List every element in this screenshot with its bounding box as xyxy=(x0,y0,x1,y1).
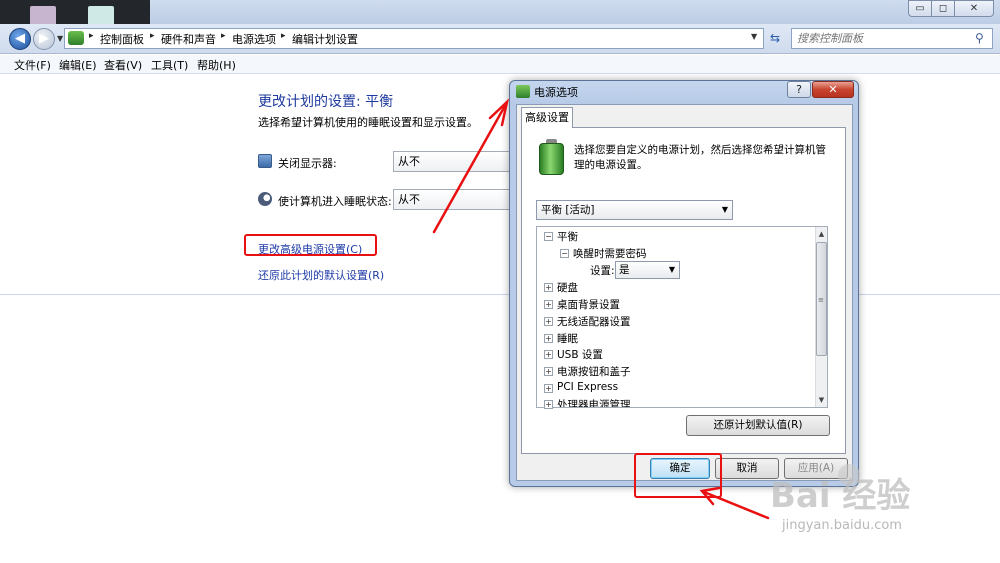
plan-select[interactable]: 平衡 [活动] ▼ xyxy=(536,200,733,220)
close-button[interactable]: ✕ xyxy=(954,0,994,17)
tree-item[interactable]: 硬盘 xyxy=(557,280,578,295)
power-options-icon xyxy=(516,85,530,98)
scroll-up-icon[interactable]: ▲ xyxy=(816,228,827,240)
breadcrumb-item[interactable]: 硬件和声音 xyxy=(161,31,216,47)
help-button[interactable]: ? xyxy=(787,81,811,98)
expand-icon[interactable]: + xyxy=(544,350,553,359)
breadcrumb-item[interactable]: 控制面板 xyxy=(100,31,144,47)
chevron-right-icon[interactable]: ▸ xyxy=(150,31,155,41)
arrow-right-icon: ▶ xyxy=(39,31,49,46)
chevron-right-icon[interactable]: ▸ xyxy=(221,31,226,41)
search-input[interactable] xyxy=(797,30,967,46)
menu-tools[interactable]: 工具(T) xyxy=(151,57,188,73)
setting-label: 设置: xyxy=(590,265,615,277)
chevron-down-icon: ▼ xyxy=(668,265,675,274)
dialog-title: 电源选项 xyxy=(534,86,578,99)
menu-bar xyxy=(0,55,1000,74)
tree-item-wake-password[interactable]: 唤醒时需要密码 xyxy=(573,246,647,261)
menu-help[interactable]: 帮助(H) xyxy=(197,57,236,73)
highlight-box xyxy=(634,453,722,498)
restore-plan-defaults-button[interactable]: 还原计划默认值(R) xyxy=(686,415,830,436)
dialog-intro-text: 选择您要自定义的电源计划，然后选择您希望计算机管理的电源设置。 xyxy=(574,144,826,171)
forward-button[interactable]: ▶ xyxy=(33,28,55,50)
desktop-icon[interactable] xyxy=(30,6,56,26)
back-button[interactable]: ◀ xyxy=(9,28,31,50)
menu-file[interactable]: 文件(F) xyxy=(14,57,51,73)
plan-select-value: 平衡 [活动] xyxy=(541,204,595,216)
highlight-box xyxy=(244,234,377,256)
expand-icon[interactable]: + xyxy=(544,367,553,376)
watermark-url: jingyan.baidu.com xyxy=(782,518,902,533)
chevron-down-icon[interactable]: ▼ xyxy=(751,32,757,41)
tree-item-plan[interactable]: 平衡 xyxy=(557,229,578,244)
chevron-down-icon: ▼ xyxy=(721,205,728,214)
expand-icon[interactable]: + xyxy=(544,384,553,393)
display-off-label: 关闭显示器: xyxy=(278,157,337,170)
wake-password-value: 是 xyxy=(619,264,630,276)
sleep-label: 使计算机进入睡眠状态: xyxy=(278,195,392,208)
recent-pages-dropdown[interactable]: ▼ xyxy=(57,34,63,43)
tree-item[interactable]: 睡眠 xyxy=(557,331,578,346)
tree-item[interactable]: 处理器电源管理 xyxy=(557,397,631,407)
expand-icon[interactable]: + xyxy=(544,317,553,326)
refresh-button[interactable]: ⇆ xyxy=(766,29,784,48)
sleep-moon-icon xyxy=(258,192,272,206)
breadcrumb-item[interactable]: 编辑计划设置 xyxy=(292,31,358,47)
expand-icon[interactable]: + xyxy=(544,283,553,292)
watermark-logo: Bai 经验 xyxy=(770,476,911,516)
scroll-down-icon[interactable]: ▼ xyxy=(816,394,827,406)
page-title: 更改计划的设置: 平衡 xyxy=(258,94,394,110)
tab-advanced-settings[interactable]: 高级设置 xyxy=(521,107,573,128)
chevron-right-icon[interactable]: ▸ xyxy=(281,31,286,41)
tree-item[interactable]: 电源按钮和盖子 xyxy=(557,364,631,379)
desktop-icon[interactable] xyxy=(88,6,114,26)
sleep-select[interactable]: 从不 xyxy=(393,189,510,210)
arrow-left-icon: ◀ xyxy=(15,31,25,46)
search-icon[interactable]: ⚲ xyxy=(975,31,984,45)
monitor-icon xyxy=(258,154,272,168)
menu-edit[interactable]: 编辑(E) xyxy=(59,57,97,73)
tree-item[interactable]: PCI Express xyxy=(557,381,618,393)
expand-icon[interactable]: + xyxy=(544,334,553,343)
dialog-close-button[interactable]: ✕ xyxy=(812,81,854,98)
breadcrumb-item[interactable]: 电源选项 xyxy=(232,31,276,47)
expand-icon[interactable]: + xyxy=(544,300,553,309)
display-off-select[interactable]: 从不 xyxy=(393,151,510,172)
tree-item[interactable]: USB 设置 xyxy=(557,347,603,362)
wake-password-select[interactable]: 是 ▼ xyxy=(615,261,680,279)
control-panel-icon xyxy=(68,31,84,45)
collapse-icon[interactable]: − xyxy=(544,232,553,241)
expand-icon[interactable]: + xyxy=(544,400,553,409)
page-subtitle: 选择希望计算机使用的睡眠设置和显示设置。 xyxy=(258,116,478,129)
window-titlebar xyxy=(0,0,1000,24)
desktop-strip xyxy=(0,0,150,24)
collapse-icon[interactable]: − xyxy=(560,249,569,258)
battery-icon xyxy=(539,143,564,175)
minimize-button[interactable]: ▭ xyxy=(908,0,932,17)
grip-icon: ≡ xyxy=(818,296,824,304)
menu-view[interactable]: 查看(V) xyxy=(104,57,142,73)
restore-defaults-link[interactable]: 还原此计划的默认设置(R) xyxy=(258,267,384,283)
chevron-right-icon[interactable]: ▸ xyxy=(89,31,94,41)
refresh-icon: ⇆ xyxy=(769,31,781,45)
tree-item[interactable]: 桌面背景设置 xyxy=(557,297,620,312)
tree-item[interactable]: 无线适配器设置 xyxy=(557,314,631,329)
maximize-button[interactable]: ◻ xyxy=(931,0,955,17)
